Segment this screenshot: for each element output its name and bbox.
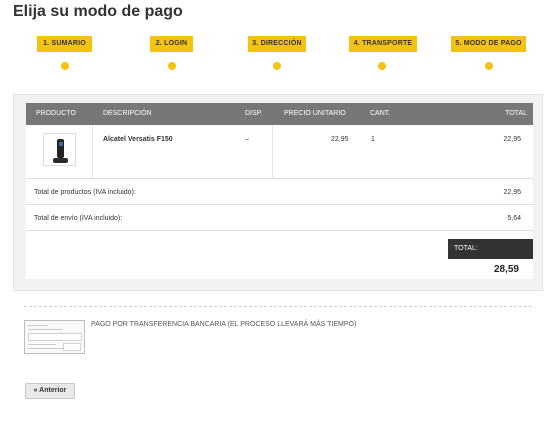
step-login-dot (168, 62, 176, 70)
grand-total-label: TOTAL: (448, 239, 533, 259)
header-description: DESCRIPCIÓN (103, 110, 152, 117)
step-login[interactable]: 2. LOGIN (150, 36, 193, 52)
product-total: 22,95 (503, 136, 521, 143)
step-summary-dot (61, 62, 69, 70)
payment-option-bank-transfer[interactable]: PAGO POR TRANSFERENCIA BANCARIA (EL PROC… (24, 320, 534, 356)
cart-summary-panel: PRODUCTO DESCRIPCIÓN DISP. PRECIO UNITAR… (13, 94, 543, 291)
header-product: PRODUCTO (36, 110, 76, 117)
page-title: Elija su modo de pago (13, 3, 183, 20)
header-total: TOTAL (505, 110, 527, 117)
products-total-value: 22,95 (503, 189, 521, 196)
header-quantity: CANT. (370, 110, 391, 117)
bank-transfer-thumbnail-icon[interactable] (24, 320, 85, 354)
product-unit-price: 22,95 (331, 136, 349, 143)
product-image[interactable] (43, 133, 76, 166)
step-payment: 5. MODO DE PAGO (451, 36, 526, 52)
header-availability: DISP. (245, 110, 263, 117)
product-availability: – (245, 136, 249, 143)
previous-button[interactable]: « Anterior (25, 383, 75, 399)
step-address[interactable]: 3. DIRECCIÓN (248, 36, 306, 52)
shipping-total-row: Total de envío (IVA incluido): 5,64 (26, 205, 533, 231)
product-name-link[interactable]: Alcatel Versatis F150 (103, 136, 173, 143)
header-unit-price: PRECIO UNITARIO (284, 110, 346, 117)
payment-option-label[interactable]: PAGO POR TRANSFERENCIA BANCARIA (EL PROC… (91, 321, 356, 328)
step-shipping-dot (378, 62, 386, 70)
products-total-row: Total de productos (IVA incluido): 22,95 (26, 179, 533, 205)
shipping-total-value: 5,64 (507, 215, 521, 222)
divider (24, 306, 532, 307)
checkout-steps: 1. SUMARIO 2. LOGIN 3. DIRECCIÓN 4. TRAN… (0, 36, 547, 76)
cart-table-header: PRODUCTO DESCRIPCIÓN DISP. PRECIO UNITAR… (26, 103, 533, 125)
step-shipping[interactable]: 4. TRANSPORTE (349, 36, 417, 52)
table-row: Alcatel Versatis F150 – 22,95 1 22,95 (26, 125, 533, 179)
product-quantity: 1 (371, 136, 375, 143)
step-address-dot (273, 62, 281, 70)
cart-table: PRODUCTO DESCRIPCIÓN DISP. PRECIO UNITAR… (26, 103, 533, 279)
step-payment-dot (485, 62, 493, 70)
grand-total-value: 28,59 (493, 264, 519, 275)
shipping-total-label: Total de envío (IVA incluido): (34, 215, 123, 222)
grand-total-block: TOTAL: 28,59 (26, 231, 533, 279)
step-summary[interactable]: 1. SUMARIO (37, 36, 92, 52)
products-total-label: Total de productos (IVA incluido): (34, 189, 136, 196)
